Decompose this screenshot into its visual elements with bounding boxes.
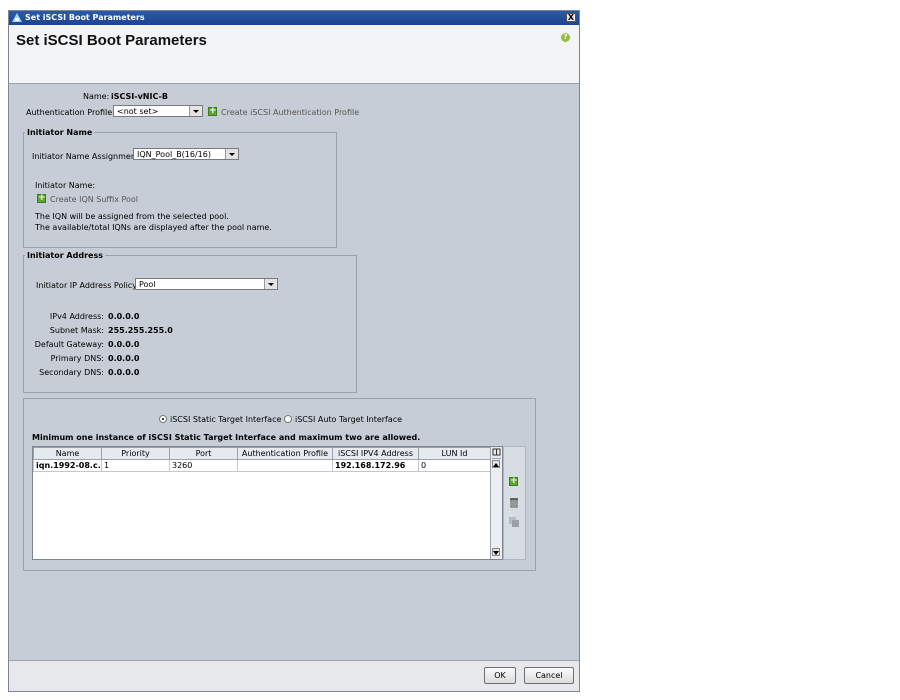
- initiator-name-assignment-select[interactable]: IQN_Pool_B(16/16): [133, 148, 239, 160]
- set-iscsi-boot-parameters-dialog: Set iSCSI Boot Parameters X Set iSCSI Bo…: [8, 10, 580, 692]
- table-actions-bar: +: [503, 446, 526, 560]
- cell-auth-profile: [237, 459, 333, 472]
- gateway-value: 0.0.0.0: [108, 340, 140, 349]
- auto-target-label[interactable]: iSCSI Auto Target Interface: [295, 415, 402, 424]
- add-icon[interactable]: +: [37, 194, 46, 203]
- static-target-label[interactable]: iSCSI Static Target Interface: [170, 415, 281, 424]
- add-icon[interactable]: +: [509, 477, 518, 486]
- create-auth-profile-link[interactable]: Create iSCSI Authentication Profile: [221, 108, 359, 117]
- initiator-address-legend: Initiator Address: [27, 251, 103, 260]
- delete-icon[interactable]: [509, 497, 519, 508]
- auth-profile-value: <not set>: [117, 107, 159, 116]
- dialog-footer: OK Cancel: [9, 660, 579, 691]
- column-chooser-icon[interactable]: [492, 447, 501, 459]
- close-icon[interactable]: X: [566, 13, 576, 22]
- column-header-lun-id[interactable]: LUN Id: [418, 447, 491, 460]
- ok-button[interactable]: OK: [484, 667, 516, 684]
- title-bar[interactable]: Set iSCSI Boot Parameters X: [9, 11, 579, 25]
- target-table: Name Priority Port Authentication Profil…: [33, 447, 491, 472]
- name-label: Name:: [83, 92, 110, 101]
- ip-policy-label: Initiator IP Address Policy:: [36, 281, 140, 290]
- auth-profile-select[interactable]: <not set>: [113, 105, 203, 117]
- ipv4-value: 0.0.0.0: [108, 312, 140, 321]
- secondary-dns-label: Secondary DNS:: [39, 368, 104, 377]
- chevron-down-icon: [264, 279, 277, 289]
- column-header-port[interactable]: Port: [169, 447, 238, 460]
- cell-lun-id: 0: [418, 459, 491, 472]
- table-scrollbar[interactable]: [490, 447, 502, 559]
- cell-priority: 1: [101, 459, 170, 472]
- chevron-down-icon: [225, 149, 238, 159]
- auto-target-radio[interactable]: [284, 415, 292, 423]
- gateway-label: Default Gateway:: [34, 340, 104, 349]
- cancel-button[interactable]: Cancel: [524, 667, 574, 684]
- primary-dns-value: 0.0.0.0: [108, 354, 140, 363]
- page-title: Set iSCSI Boot Parameters: [16, 32, 207, 49]
- cell-ipv4-address: 192.168.172.96: [332, 459, 419, 472]
- help-icon[interactable]: ?: [561, 33, 570, 42]
- ip-policy-value: Pool: [139, 280, 156, 289]
- initiator-name-legend: Initiator Name: [27, 128, 93, 137]
- cell-port: 3260: [169, 459, 238, 472]
- target-table-container: Name Priority Port Authentication Profil…: [32, 446, 503, 560]
- column-header-name[interactable]: Name: [33, 447, 102, 460]
- secondary-dns-value: 0.0.0.0: [108, 368, 140, 377]
- column-header-priority[interactable]: Priority: [101, 447, 170, 460]
- window-title: Set iSCSI Boot Parameters: [25, 13, 145, 22]
- chevron-down-icon: [189, 106, 202, 116]
- column-header-ipv4-address[interactable]: iSCSI IPV4 Address: [332, 447, 419, 460]
- name-value: iSCSI-vNIC-B: [111, 92, 168, 101]
- dialog-header: Set iSCSI Boot Parameters ?: [9, 25, 579, 84]
- primary-dns-label: Primary DNS:: [50, 354, 104, 363]
- initiator-name-note-1: The IQN will be assigned from the select…: [35, 212, 229, 221]
- initiator-name-label: Initiator Name:: [35, 181, 96, 190]
- auth-profile-label: Authentication Profile:: [26, 108, 115, 117]
- scroll-down-icon[interactable]: [492, 548, 500, 556]
- subnet-value: 255.255.255.0: [108, 326, 173, 335]
- column-header-auth-profile[interactable]: Authentication Profile: [237, 447, 333, 460]
- target-constraint-note: Minimum one instance of iSCSI Static Tar…: [32, 433, 421, 442]
- ip-policy-select[interactable]: Pool: [135, 278, 278, 290]
- initiator-name-note-2: The available/total IQNs are displayed a…: [35, 223, 272, 232]
- initiator-name-assignment-value: IQN_Pool_B(16/16): [137, 150, 211, 159]
- static-target-radio[interactable]: [159, 415, 167, 423]
- create-iqn-suffix-pool-link[interactable]: Create IQN Suffix Pool: [50, 195, 138, 204]
- copy-icon[interactable]: [509, 517, 519, 527]
- initiator-name-assignment-label: Initiator Name Assignment:: [32, 152, 142, 161]
- subnet-label: Subnet Mask:: [49, 326, 104, 335]
- add-icon[interactable]: +: [208, 107, 217, 116]
- table-header-row: Name Priority Port Authentication Profil…: [33, 447, 491, 460]
- ipv4-label: IPv4 Address:: [49, 312, 104, 321]
- scroll-up-icon[interactable]: [492, 460, 500, 468]
- cell-name: iqn.1992-08.c...: [33, 459, 102, 472]
- table-row[interactable]: iqn.1992-08.c... 1 3260 192.168.172.96 0: [33, 459, 491, 472]
- app-icon: [12, 13, 22, 22]
